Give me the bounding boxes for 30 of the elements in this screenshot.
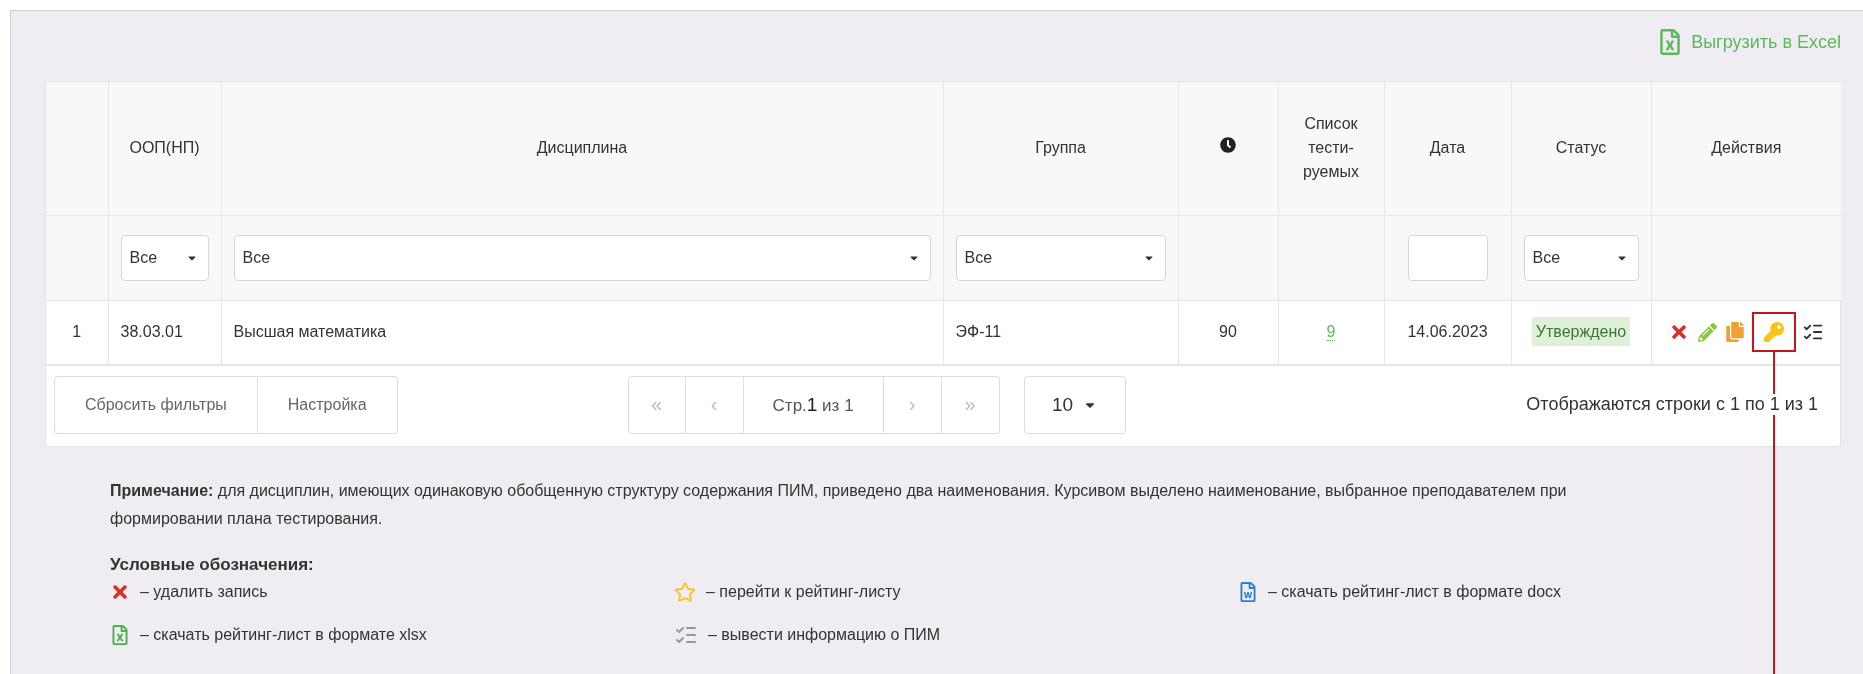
status-badge: Утверждено <box>1531 317 1631 346</box>
legend-text: – перейти к рейтинг-листу <box>706 582 901 601</box>
table-cell: ЭФ-11 <box>955 323 1002 340</box>
legend-title: Условные обозначения: <box>110 554 315 575</box>
filter-select[interactable]: Все <box>120 234 209 281</box>
column-header: Дисциплина <box>536 138 628 159</box>
page-size-select[interactable]: 10 <box>1023 375 1126 434</box>
table-cell: Высшая математика <box>233 323 387 340</box>
legend-text: – вывести информацию о ПИМ <box>708 625 941 644</box>
filter-select[interactable]: Все <box>1523 234 1639 281</box>
filter-select[interactable]: Все <box>955 234 1166 281</box>
legend-text: – скачать рейтинг-лист в формате xlsx <box>140 625 427 644</box>
settings-button[interactable]: Настройка <box>257 375 398 434</box>
table-cell: 90 <box>1219 323 1237 340</box>
column-header: Группа <box>1035 138 1086 159</box>
note-text: Примечание: для дисциплин, имеющих одинаковую обобщенную структуру содержания ПИМ, приведено два наименования. Курсивом выделено наименование, выбранное преподавателем при формировании плана тестирования. <box>110 480 1568 529</box>
reset-filters-button[interactable]: Сбросить фильтры <box>54 375 258 434</box>
column-header: Список тести-руемых <box>1302 114 1360 183</box>
legend-text: – удалить запись <box>140 582 268 601</box>
column-header: Статус <box>1555 138 1607 159</box>
rows-summary: Отображаются строки с 1 по 1 из 1 <box>1526 394 1818 415</box>
page-indicator[interactable]: Стр.1 из 1 <box>743 375 884 434</box>
filter-select[interactable]: Все <box>233 234 931 281</box>
column-header: Действия <box>1711 138 1782 159</box>
row-number: 1 <box>72 323 82 340</box>
legend-text: – скачать рейтинг-лист в формате docx <box>1268 582 1562 601</box>
column-header: ООП(НП) <box>129 138 200 159</box>
table-cell: 14.06.2023 <box>1407 323 1488 340</box>
column-header: Дата <box>1429 138 1466 159</box>
table-cell: 38.03.01 <box>120 323 183 340</box>
